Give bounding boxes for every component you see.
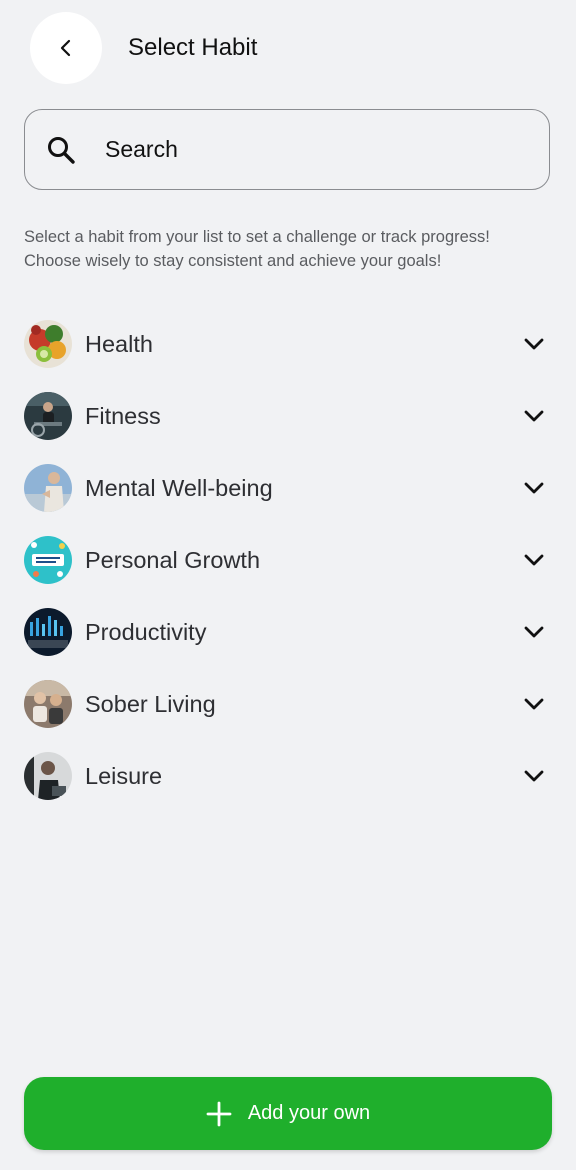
- category-label: Productivity: [85, 618, 207, 645]
- category-item-mental-well-being[interactable]: Mental Well-being: [24, 460, 554, 516]
- category-label: Mental Well-being: [85, 474, 273, 501]
- category-label: Sober Living: [85, 690, 216, 717]
- category-item-productivity[interactable]: Productivity: [24, 604, 554, 660]
- category-item-personal-growth[interactable]: Personal Growth: [24, 532, 554, 588]
- leisure-avatar: [24, 752, 72, 800]
- page-title: Select Habit: [128, 34, 258, 61]
- description-text: Select a habit from your list to set a c…: [24, 225, 554, 273]
- chevron-down-icon: [522, 404, 546, 428]
- category-item-fitness[interactable]: Fitness: [24, 388, 554, 444]
- chevron-down-icon: [522, 692, 546, 716]
- description-line-2: Choose wisely to stay consistent and ach…: [24, 252, 442, 270]
- chevron-down-icon: [522, 476, 546, 500]
- category-item-health[interactable]: Health: [24, 316, 554, 372]
- chevron-down-icon: [522, 764, 546, 788]
- chevron-down-icon: [522, 620, 546, 644]
- description-line-1: Select a habit from your list to set a c…: [24, 228, 490, 246]
- search-input[interactable]: [103, 135, 507, 164]
- mental-well-being-avatar: [24, 464, 72, 512]
- category-label: Personal Growth: [85, 546, 261, 573]
- search-icon: [45, 134, 77, 166]
- category-label: Leisure: [85, 762, 163, 789]
- sober-living-avatar: [24, 680, 72, 728]
- chevron-left-icon: [60, 39, 71, 57]
- category-item-sober-living[interactable]: Sober Living: [24, 676, 554, 732]
- chevron-down-icon: [522, 332, 546, 356]
- category-label: Health: [85, 330, 153, 357]
- fitness-avatar: [24, 392, 72, 440]
- search-box[interactable]: [24, 109, 550, 190]
- category-item-leisure[interactable]: Leisure: [24, 748, 554, 804]
- back-button[interactable]: [30, 12, 102, 84]
- personal-growth-avatar: [24, 536, 72, 584]
- health-avatar: [24, 320, 72, 368]
- add-your-own-button[interactable]: Add your own: [24, 1077, 552, 1150]
- select-habit-screen: Select Habit Select a habit from your li…: [0, 0, 576, 1170]
- category-label: Fitness: [85, 402, 161, 429]
- add-your-own-label: Add your own: [247, 1102, 371, 1124]
- productivity-avatar: [24, 608, 72, 656]
- chevron-down-icon: [522, 548, 546, 572]
- plus-icon: [206, 1101, 232, 1126]
